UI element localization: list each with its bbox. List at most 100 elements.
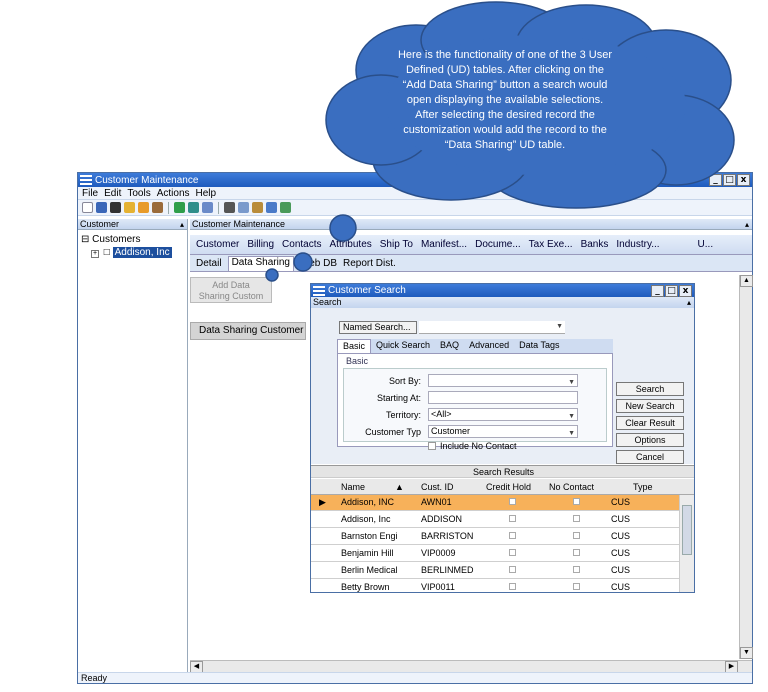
- chevron-down-icon[interactable]: ▼: [568, 428, 575, 439]
- results-scrollbar[interactable]: [679, 495, 694, 592]
- new-search-button[interactable]: New Search: [616, 399, 684, 413]
- collapse-icon[interactable]: ⊟: [81, 234, 89, 245]
- include-no-contact-checkbox[interactable]: Include No Contact: [428, 441, 517, 451]
- dialog-maximize-button[interactable]: □: [665, 285, 678, 297]
- col-credit-hold[interactable]: Credit Hold: [486, 482, 531, 492]
- table-row[interactable]: Benjamin Hill VIP0009 CUS: [311, 546, 681, 562]
- tree-child-label[interactable]: Addison, Inc: [112, 247, 172, 258]
- options-button[interactable]: Options: [616, 433, 684, 447]
- dialog-close-button[interactable]: x: [679, 285, 692, 297]
- tree-root[interactable]: ⊟ Customers: [81, 233, 184, 246]
- col-no-contact[interactable]: No Contact: [549, 482, 594, 492]
- table-row[interactable]: Addison, Inc ADDISON CUS: [311, 512, 681, 528]
- col-cust-id[interactable]: Cust. ID: [421, 482, 454, 492]
- chevron-down-icon[interactable]: ▼: [568, 411, 575, 422]
- tab-basic[interactable]: Basic: [337, 339, 372, 353]
- table-row[interactable]: Betty Brown VIP0011 CUS: [311, 580, 681, 592]
- tab-quick-search[interactable]: Quick Search: [371, 339, 435, 353]
- dialog-title-bar[interactable]: Customer Search _ □ x: [311, 284, 694, 297]
- folder-icon[interactable]: [138, 202, 149, 213]
- print-icon[interactable]: [188, 202, 199, 213]
- menu-actions[interactable]: Actions: [157, 188, 190, 199]
- status-bar: Ready: [78, 672, 752, 683]
- copy-icon[interactable]: [238, 202, 249, 213]
- tab-documents[interactable]: Docume...: [475, 239, 521, 253]
- credit-hold-checkbox[interactable]: [509, 582, 516, 592]
- tab-manifest[interactable]: Manifest...: [421, 239, 467, 253]
- cell-name: Betty Brown: [341, 582, 390, 592]
- starting-at-input[interactable]: [428, 391, 578, 404]
- credit-hold-checkbox[interactable]: [509, 548, 516, 558]
- open-icon[interactable]: [124, 202, 135, 213]
- scroll-down-icon[interactable]: ▼: [740, 647, 753, 659]
- pin-icon[interactable]: ▴: [180, 219, 184, 230]
- menu-tools[interactable]: Tools: [127, 188, 150, 199]
- expand-icon[interactable]: +: [91, 250, 99, 258]
- col-name[interactable]: Name: [341, 482, 365, 492]
- tab-customer[interactable]: Customer: [196, 239, 239, 253]
- add-button-line1: Add Data: [212, 280, 250, 290]
- credit-hold-checkbox[interactable]: [509, 565, 516, 575]
- territory-select[interactable]: <All> ▼: [428, 408, 578, 421]
- dialog-title: Customer Search: [328, 285, 406, 296]
- tab-web-db[interactable]: Web DB: [300, 258, 337, 271]
- attach-icon[interactable]: [152, 202, 163, 213]
- menu-edit[interactable]: Edit: [104, 188, 121, 199]
- chevron-down-icon[interactable]: ▼: [568, 377, 575, 388]
- tab-ud[interactable]: U...: [698, 239, 714, 253]
- pin-icon[interactable]: ▴: [745, 219, 749, 230]
- named-search-combo[interactable]: ▼: [419, 321, 565, 334]
- no-contact-checkbox[interactable]: [573, 497, 580, 507]
- tab-data-tags[interactable]: Data Tags: [514, 339, 564, 353]
- data-sharing-column-header[interactable]: Data Sharing Customer: [190, 322, 306, 340]
- credit-hold-checkbox[interactable]: [509, 497, 516, 507]
- main-vertical-scrollbar[interactable]: ▲ ▼: [739, 275, 753, 659]
- tab-data-sharing[interactable]: Data Sharing: [227, 256, 294, 271]
- new-icon[interactable]: [82, 202, 93, 213]
- no-contact-checkbox[interactable]: [573, 514, 580, 524]
- tab-tax-exempt[interactable]: Tax Exe...: [529, 239, 573, 253]
- search-button[interactable]: Search: [616, 382, 684, 396]
- credit-hold-checkbox[interactable]: [509, 514, 516, 524]
- tab-ship-to[interactable]: Ship To: [380, 239, 413, 253]
- tab-baq[interactable]: BAQ: [435, 339, 464, 353]
- pin-icon[interactable]: ▴: [687, 297, 691, 308]
- paste-icon[interactable]: [252, 202, 263, 213]
- cancel-button[interactable]: Cancel: [616, 450, 684, 464]
- tab-contacts[interactable]: Contacts: [282, 239, 321, 253]
- no-contact-checkbox[interactable]: [573, 548, 580, 558]
- tab-billing[interactable]: Billing: [247, 239, 274, 253]
- table-row[interactable]: ▶ Addison, INC AWN01 CUS: [311, 495, 681, 511]
- checkbox-box[interactable]: [428, 442, 436, 450]
- named-search-button[interactable]: Named Search...: [339, 321, 417, 334]
- tree-child[interactable]: + □ Addison, Inc: [81, 246, 184, 259]
- tab-banks[interactable]: Banks: [581, 239, 609, 253]
- no-contact-checkbox[interactable]: [573, 531, 580, 541]
- clear-result-button[interactable]: Clear Result: [616, 416, 684, 430]
- delete-icon[interactable]: [110, 202, 121, 213]
- no-contact-checkbox[interactable]: [573, 565, 580, 575]
- customer-type-select[interactable]: Customer ▼: [428, 425, 578, 438]
- menu-file[interactable]: File: [82, 188, 98, 199]
- chevron-down-icon[interactable]: ▼: [556, 323, 563, 330]
- tab-advanced[interactable]: Advanced: [464, 339, 514, 353]
- sort-by-select[interactable]: ▼: [428, 374, 578, 387]
- add-data-sharing-button[interactable]: Add Data Sharing Custom: [190, 277, 272, 303]
- cut-icon[interactable]: [224, 202, 235, 213]
- results-scroll-thumb[interactable]: [682, 505, 692, 555]
- menu-help[interactable]: Help: [196, 188, 217, 199]
- tab-report-dist[interactable]: Report Dist.: [343, 258, 396, 271]
- col-type[interactable]: Type: [633, 482, 653, 492]
- no-contact-checkbox[interactable]: [573, 582, 580, 592]
- table-row[interactable]: Berlin Medical BERLINMED CUS: [311, 563, 681, 579]
- dialog-minimize-button[interactable]: _: [651, 285, 664, 297]
- tab-industry[interactable]: Industry...: [616, 239, 659, 253]
- check-icon[interactable]: [202, 202, 213, 213]
- tab-attributes[interactable]: Attributes: [330, 239, 372, 253]
- refresh-icon[interactable]: [174, 202, 185, 213]
- credit-hold-checkbox[interactable]: [509, 531, 516, 541]
- scroll-up-icon[interactable]: ▲: [740, 275, 753, 287]
- table-row[interactable]: Barnston Engi BARRISTON CUS: [311, 529, 681, 545]
- tab-detail[interactable]: Detail: [196, 258, 222, 271]
- save-icon[interactable]: [96, 202, 107, 213]
